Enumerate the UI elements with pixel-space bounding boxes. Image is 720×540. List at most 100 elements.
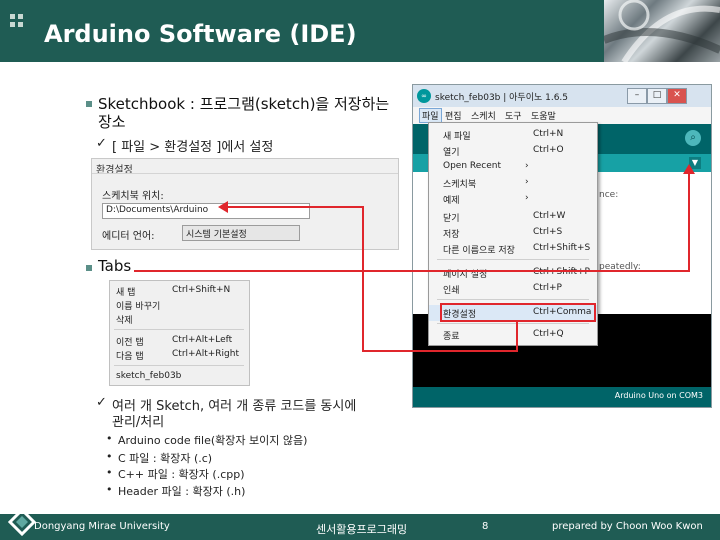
- tabs-check-line2: 관리/처리: [112, 415, 165, 430]
- check-mark: ✓: [96, 395, 107, 410]
- tabs-menu-next-tab[interactable]: 다음 탭: [116, 349, 144, 362]
- file-menu-close[interactable]: 닫기 Ctrl+W: [429, 209, 597, 225]
- menu-divider: [437, 323, 589, 324]
- tabs-menu-prev-tab-shortcut: Ctrl+Alt+Left: [172, 335, 233, 345]
- close-button[interactable]: ✕: [667, 88, 687, 104]
- file-menu-page-setup-shortcut: Ctrl+Shift+P: [533, 267, 590, 277]
- header-decoration: [10, 14, 32, 36]
- file-menu-quit-shortcut: Ctrl+Q: [533, 329, 564, 339]
- footer-course: 센서활용프로그래밍: [316, 523, 408, 536]
- annotation-line: [226, 206, 364, 208]
- page-title: Arduino Software (IDE): [44, 20, 357, 48]
- serial-monitor-icon[interactable]: ⌕: [685, 130, 701, 146]
- menu-sketch[interactable]: 스케치: [471, 109, 496, 122]
- file-menu-open-label: 열기: [443, 148, 460, 158]
- tabs-bullet-3: C++ 파일 : 확장자 (.cpp): [118, 468, 245, 481]
- tabs-bullet-4: Header 파일 : 확장자 (.h): [118, 485, 246, 498]
- annotation-line: [362, 206, 364, 352]
- board-status: Arduino Uno on COM3: [614, 391, 703, 400]
- annotation-line: [134, 270, 690, 272]
- tabs-menu: 새 탭 Ctrl+Shift+N 이름 바꾸기 삭제 이전 탭 Ctrl+Alt…: [109, 280, 250, 386]
- footer-author: prepared by Choon Woo Kwon: [552, 521, 703, 532]
- file-menu-examples-label: 예제: [443, 196, 460, 206]
- check-mark: ✓: [96, 136, 107, 151]
- arduino-logo-icon: ∞: [417, 89, 431, 103]
- file-menu-examples[interactable]: 예제 ›: [429, 191, 597, 207]
- file-menu-page-setup-label: 페이지 설정: [443, 270, 488, 280]
- file-menu-quit-label: 종료: [443, 332, 460, 342]
- file-menu-new-label: 새 파일: [443, 132, 471, 142]
- annotation-line: [362, 350, 518, 352]
- sketchbook-heading-cont: 장소: [98, 113, 126, 131]
- tabs-menu-new-tab-shortcut: Ctrl+Shift+N: [172, 285, 231, 295]
- annotation-arrow-icon: [683, 164, 695, 174]
- tabs-menu-current-sketch[interactable]: sketch_feb03b: [116, 371, 181, 381]
- editor-code-snippet: nce:: [599, 190, 619, 200]
- bullet-dot: •: [106, 450, 113, 463]
- menu-help[interactable]: 도움말: [531, 109, 556, 122]
- menu-edit[interactable]: 편집: [445, 109, 462, 122]
- file-menu-close-shortcut: Ctrl+W: [533, 211, 566, 221]
- tabs-menu-new-tab[interactable]: 새 탭: [116, 285, 135, 298]
- preferences-highlight-box: [440, 303, 596, 322]
- file-menu-sketchbook-label: 스케치북: [443, 180, 477, 190]
- sketchbook-heading: Sketchbook : 프로그램(sketch)을 저장하는: [98, 95, 390, 113]
- university-logo-icon: [7, 507, 37, 537]
- file-menu-save-shortcut: Ctrl+S: [533, 227, 563, 237]
- bullet-dot: •: [106, 432, 113, 445]
- minimize-button[interactable]: –: [627, 88, 647, 104]
- bullet-square: [86, 101, 92, 107]
- file-menu-save[interactable]: 저장 Ctrl+S: [429, 225, 597, 241]
- bullet-dot: •: [106, 483, 113, 496]
- menu-file[interactable]: 파일: [419, 108, 442, 123]
- preferences-dialog: 환경설정 스케치북 위치: D:\Documents\Arduino 에디터 언…: [91, 158, 399, 250]
- tabs-bullet-1: Arduino code file(확장자 보이지 않음): [118, 434, 308, 447]
- ide-titlebar: ∞ sketch_feb03b | 아두이노 1.6.5 – □ ✕: [413, 85, 711, 107]
- header-image-graphic: [604, 0, 720, 62]
- file-menu-open[interactable]: 열기 Ctrl+O: [429, 143, 597, 159]
- bullet-square: [86, 265, 92, 271]
- file-menu-quit[interactable]: 종료 Ctrl+Q: [429, 327, 597, 343]
- annotation-line: [688, 170, 690, 272]
- file-menu-save-label: 저장: [443, 230, 460, 240]
- file-menu-open-recent[interactable]: Open Recent ›: [429, 159, 597, 175]
- file-menu-print-shortcut: Ctrl+P: [533, 283, 562, 293]
- menu-divider: [437, 259, 589, 260]
- ide-statusbar: Arduino Uno on COM3: [413, 387, 711, 407]
- file-menu-page-setup[interactable]: 페이지 설정 Ctrl+Shift+P: [429, 265, 597, 281]
- maximize-button[interactable]: □: [647, 88, 667, 104]
- file-menu-save-as-label: 다른 이름으로 저장: [443, 246, 515, 256]
- file-menu-new[interactable]: 새 파일 Ctrl+N: [429, 127, 597, 143]
- annotation-line: [516, 320, 518, 352]
- file-menu-open-shortcut: Ctrl+O: [533, 145, 564, 155]
- ide-window-title: sketch_feb03b | 아두이노 1.6.5: [435, 93, 569, 103]
- menu-tools[interactable]: 도구: [505, 109, 522, 122]
- file-menu-open-recent-label: Open Recent: [443, 161, 502, 171]
- tabs-menu-prev-tab[interactable]: 이전 탭: [116, 335, 144, 348]
- file-menu-new-shortcut: Ctrl+N: [533, 129, 564, 139]
- tabs-menu-next-tab-shortcut: Ctrl+Alt+Right: [172, 349, 239, 359]
- annotation-arrow-icon: [218, 201, 228, 213]
- file-menu-close-label: 닫기: [443, 214, 460, 224]
- editor-language-select[interactable]: 시스템 기본설정: [182, 225, 300, 241]
- file-menu-save-as-shortcut: Ctrl+Shift+S: [533, 243, 591, 253]
- menu-divider: [437, 299, 589, 300]
- submenu-arrow-icon: ›: [525, 161, 529, 171]
- tabs-bullet-2: C 파일 : 확장자 (.c): [118, 452, 213, 465]
- tabs-menu-delete[interactable]: 삭제: [116, 313, 133, 326]
- tabs-heading: Tabs: [98, 257, 132, 275]
- file-menu-save-as[interactable]: 다른 이름으로 저장 Ctrl+Shift+S: [429, 241, 597, 257]
- file-menu-print[interactable]: 인쇄 Ctrl+P: [429, 281, 597, 297]
- footer-page-number: 8: [482, 521, 489, 532]
- submenu-arrow-icon: ›: [525, 177, 529, 187]
- file-menu-sketchbook[interactable]: 스케치북 ›: [429, 175, 597, 191]
- footer-university: Dongyang Mirae University: [34, 521, 170, 532]
- editor-language-label: 에디터 언어:: [102, 231, 155, 242]
- submenu-arrow-icon: ›: [525, 193, 529, 203]
- sketchbook-check-item: [ 파일 > 환경설정 ]에서 설정: [112, 140, 274, 155]
- bullet-dot: •: [106, 466, 113, 479]
- tabs-menu-rename[interactable]: 이름 바꾸기: [116, 299, 160, 312]
- header-image: [604, 0, 720, 62]
- sketchbook-location-label: 스케치북 위치:: [102, 191, 164, 202]
- file-menu-print-label: 인쇄: [443, 286, 460, 296]
